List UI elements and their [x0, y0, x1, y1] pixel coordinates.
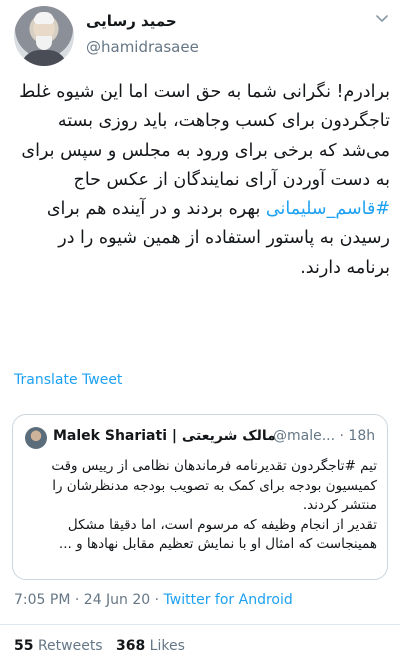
tweet-stats: 55 Retweets 368 Likes	[14, 638, 185, 654]
author-avatar[interactable]	[14, 6, 74, 66]
hashtag-link[interactable]: #قاسم_سلیمانی	[266, 199, 390, 219]
likes-count: 368	[115, 638, 146, 654]
retweets-stat[interactable]: 55 Retweets	[14, 638, 103, 654]
chevron-down-icon[interactable]	[374, 10, 390, 26]
quoted-author-name: Malek Shariati | مالک شریعتی	[53, 428, 276, 444]
divider	[0, 624, 400, 625]
author-display-name[interactable]: حمید رسایی	[86, 12, 177, 30]
tweet-time[interactable]: 7:05 PM	[14, 592, 70, 608]
quoted-tweet-paragraph-2: تقدیر از انجام وظیفه که مرسوم است، اما د…	[58, 516, 377, 553]
quoted-tweet-text: تیم #تاجگردون تقدیرنامه فرماندهان نظامی …	[25, 457, 377, 555]
tweet-date[interactable]: 24 Jun 20	[84, 592, 150, 608]
quoted-author-avatar	[25, 427, 47, 449]
tweet-header: حمید رسایی @hamidrasaee	[0, 0, 400, 72]
avatar-robe	[20, 50, 68, 66]
tweet-text: برادرم! نگرانی شما به حق است اما این شیو…	[14, 78, 390, 283]
quoted-tweet-time: · 18h	[339, 428, 376, 444]
quoted-tweet-paragraph-1: تیم #تاجگردون تقدیرنامه فرماندهان نظامی …	[51, 458, 377, 513]
quoted-author-handle-time: @male... · 18h	[273, 428, 375, 444]
likes-stat[interactable]: 368 Likes	[116, 638, 185, 654]
likes-label: Likes	[149, 638, 185, 654]
author-handle[interactable]: @hamidrasaee	[86, 38, 199, 56]
quoted-author-handle: @male...	[273, 428, 336, 444]
quoted-tweet-card[interactable]: Malek Shariati | مالک شریعتی @male... · …	[12, 414, 388, 580]
avatar-beard	[36, 36, 52, 50]
tweet-meta: 7:05 PM · 24 Jun 20 · Twitter for Androi…	[14, 592, 293, 608]
translate-tweet-link[interactable]: Translate Tweet	[14, 372, 122, 388]
tweet-source-link[interactable]: Twitter for Android	[164, 592, 293, 608]
retweets-count: 55	[14, 638, 34, 654]
avatar-turban	[34, 12, 54, 24]
tweet-text-part1: برادرم! نگرانی شما به حق است اما این شیو…	[19, 82, 390, 190]
retweets-label: Retweets	[37, 638, 103, 654]
